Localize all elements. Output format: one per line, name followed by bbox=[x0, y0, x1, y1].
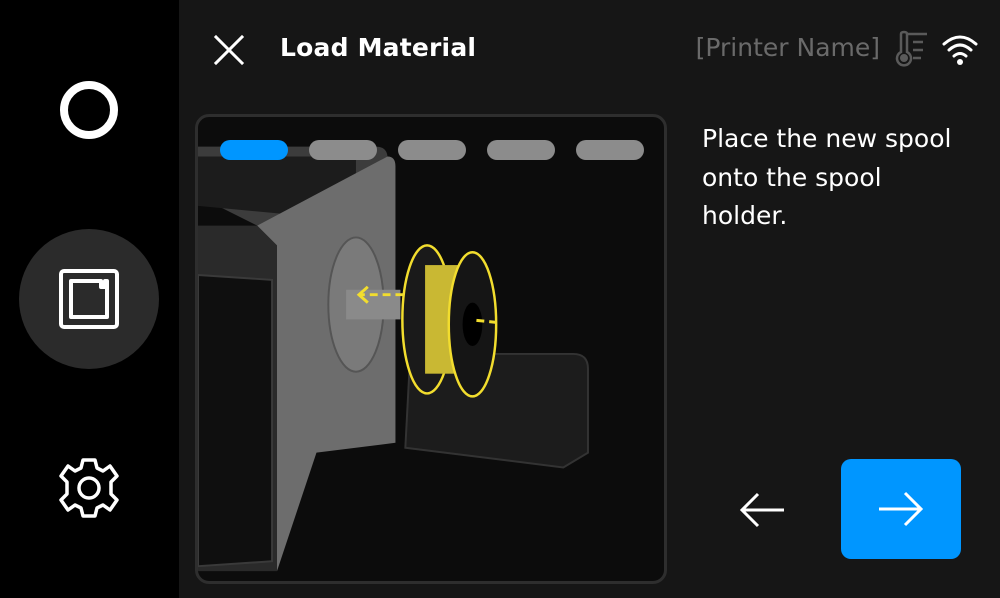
step-indicator-3 bbox=[398, 140, 466, 160]
step-indicator-4 bbox=[487, 140, 555, 160]
sidebar-item-material[interactable] bbox=[19, 229, 159, 369]
arrow-left-icon bbox=[739, 492, 784, 528]
close-button[interactable] bbox=[209, 30, 249, 70]
step-indicator-1 bbox=[220, 140, 288, 160]
spool-box-icon bbox=[59, 269, 119, 329]
page-title: Load Material bbox=[280, 33, 477, 62]
sidebar-item-settings[interactable] bbox=[19, 418, 159, 558]
back-button[interactable] bbox=[727, 470, 797, 550]
step-indicator-2 bbox=[309, 140, 377, 160]
printer-name: [Printer Name] bbox=[695, 33, 880, 62]
wifi-icon[interactable] bbox=[941, 32, 979, 66]
sidebar bbox=[0, 0, 179, 598]
arrow-right-icon bbox=[879, 491, 924, 527]
printer-side bbox=[257, 156, 396, 572]
thermometer-icon bbox=[895, 30, 927, 67]
close-icon bbox=[213, 34, 245, 66]
printer-spool-holder-illustration bbox=[198, 146, 589, 572]
step-illustration bbox=[195, 114, 667, 584]
step-indicator-5 bbox=[576, 140, 644, 160]
instruction-text: Place the new spool onto the spool holde… bbox=[702, 124, 952, 230]
next-button[interactable] bbox=[841, 459, 961, 559]
sidebar-item-home[interactable] bbox=[19, 40, 159, 180]
circle-icon bbox=[60, 81, 118, 139]
main-panel: Load Material [Printer Name] Place the n… bbox=[179, 0, 1000, 598]
step-indicators bbox=[220, 140, 644, 160]
gear-icon bbox=[59, 458, 119, 518]
